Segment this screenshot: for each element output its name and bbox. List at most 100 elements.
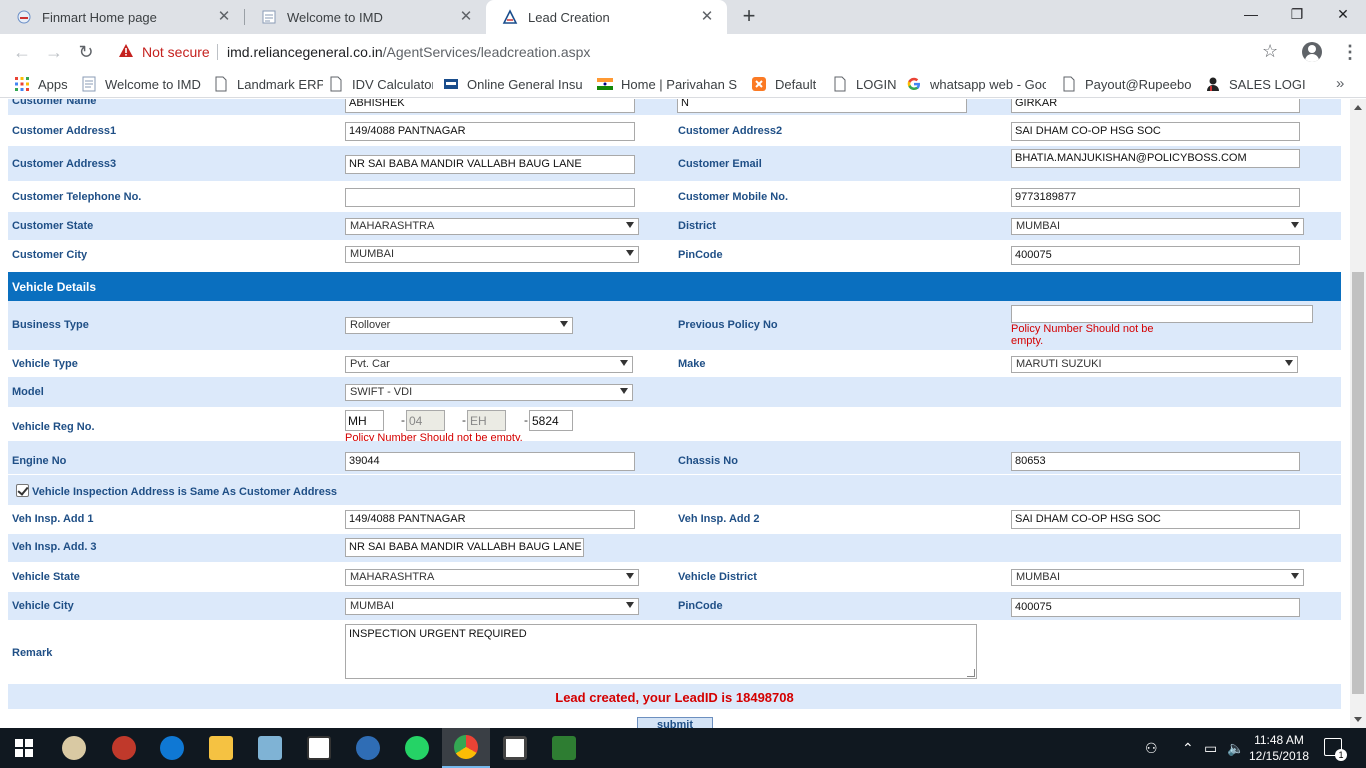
paint-palette-icon <box>62 736 86 760</box>
mobile-input[interactable]: 9773189877 <box>1011 188 1300 207</box>
make-select[interactable]: MARUTI SUZUKI <box>1011 356 1298 373</box>
taskbar-whatsapp[interactable] <box>393 728 441 768</box>
row-customer-name: Customer Name ABHISHEK N GIRKAR <box>8 99 1341 116</box>
reg-state-input[interactable]: MH <box>345 410 384 431</box>
start-button[interactable] <box>0 728 48 768</box>
minimize-button[interactable]: — <box>1228 0 1274 30</box>
taskbar-app-2[interactable] <box>100 728 148 768</box>
chassis-no-input[interactable]: 80653 <box>1011 452 1300 471</box>
bookmark-online-general[interactable]: Online General Insura <box>443 75 583 93</box>
address2-input[interactable]: SAI DHAM CO-OP HSG SOC <box>1011 122 1300 141</box>
security-status[interactable]: Not secure <box>142 44 210 60</box>
taskbar-edge[interactable] <box>148 728 196 768</box>
state-select[interactable]: MAHARASHTRA <box>345 218 639 235</box>
state-select-value: MAHARASHTRA <box>350 220 435 232</box>
bookmark-star-icon[interactable]: ☆ <box>1262 41 1278 62</box>
people-icon[interactable]: ⚇ <box>1145 740 1158 757</box>
pincode-input[interactable]: 400075 <box>1011 246 1300 265</box>
model-select[interactable]: SWIFT - VDI <box>345 384 633 401</box>
bookmark-login[interactable]: LOGIN <box>832 75 896 93</box>
warning-icon[interactable] <box>118 43 134 59</box>
taskbar-paint[interactable] <box>50 728 98 768</box>
folder-icon <box>209 736 233 760</box>
close-window-button[interactable]: ✕ <box>1320 0 1366 30</box>
label-vehicle-type: Vehicle Type <box>12 358 78 370</box>
scrollbar-thumb[interactable] <box>1352 272 1364 694</box>
same-address-checkbox[interactable] <box>16 484 29 497</box>
tab-close-icon[interactable]: ✕ <box>216 9 232 25</box>
vehicle-details-header: Vehicle Details <box>8 272 1341 301</box>
bookmark-label: Online General Insura <box>467 76 583 92</box>
reg-number-input[interactable]: 5824 <box>529 410 573 431</box>
insp-add1-input[interactable]: 149/4088 PANTNAGAR <box>345 510 635 529</box>
new-tab-button[interactable]: + <box>738 5 760 28</box>
vehicle-district-select[interactable]: MUMBAI <box>1011 569 1304 586</box>
customer-first-name-input[interactable]: ABHISHEK <box>345 99 635 113</box>
taskbar-app-7[interactable] <box>344 728 392 768</box>
bookmark-apps[interactable]: Apps <box>14 75 68 93</box>
system-clock[interactable]: 11:48 AM 12/15/2018 <box>1244 732 1314 764</box>
tab-close-icon[interactable]: ✕ <box>699 9 715 25</box>
action-center-icon[interactable]: 1 <box>1324 738 1347 761</box>
district-select[interactable]: MUMBAI <box>1011 218 1304 235</box>
bookmark-sales-login[interactable]: SALES LOGIN <box>1205 75 1305 93</box>
insp-add3-input[interactable]: NR SAI BABA MANDIR VALLABH BAUG LANE <box>345 538 584 557</box>
bookmark-payout-rupeeboss[interactable]: Payout@Rupeeboss <box>1061 75 1191 93</box>
row-address3-email: Customer Address3 NR SAI BABA MANDIR VAL… <box>8 146 1341 182</box>
tab-finmart[interactable]: Finmart Home page ✕ <box>0 0 244 34</box>
insp-add2-input[interactable]: SAI DHAM CO-OP HSG SOC <box>1011 510 1300 529</box>
network-icon[interactable]: ▭ <box>1204 740 1217 757</box>
customer-middle-name-input[interactable]: N <box>677 99 967 113</box>
telephone-input[interactable] <box>345 188 635 207</box>
dropdown-arrow-icon <box>626 602 634 608</box>
tab-welcome-imd[interactable]: Welcome to IMD ✕ <box>245 0 486 34</box>
bookmark-whatsapp-web[interactable]: whatsapp web - Goo <box>906 75 1046 93</box>
taskbar-file-explorer[interactable] <box>197 728 245 768</box>
page-scrollbar[interactable] <box>1350 99 1366 728</box>
scroll-down-arrow-icon[interactable] <box>1354 717 1362 722</box>
vehicle-pincode-input[interactable]: 400075 <box>1011 598 1300 617</box>
account-icon[interactable] <box>1302 42 1322 62</box>
taskbar-photos[interactable] <box>295 728 343 768</box>
tab-close-icon[interactable]: ✕ <box>458 9 474 25</box>
resize-grip-icon[interactable] <box>967 669 975 677</box>
address3-input[interactable]: NR SAI BABA MANDIR VALLABH BAUG LANE <box>345 155 635 174</box>
volume-icon[interactable]: 🔈 <box>1227 740 1244 757</box>
city-select[interactable]: MUMBAI <box>345 246 639 263</box>
document-icon <box>1063 76 1075 92</box>
bookmark-idv-calculator[interactable]: IDV Calculator <box>328 75 433 93</box>
whatsapp-icon <box>405 736 429 760</box>
vehicle-city-select[interactable]: MUMBAI <box>345 598 639 615</box>
bookmark-parivahan[interactable]: Home | Parivahan Sev <box>597 75 737 93</box>
tab-lead-creation[interactable]: Lead Creation ✕ <box>486 0 727 34</box>
show-hidden-icons-chevron-icon[interactable]: ⌃ <box>1182 740 1194 757</box>
scroll-up-arrow-icon[interactable] <box>1354 105 1362 110</box>
previous-policy-input[interactable] <box>1011 305 1313 323</box>
bookmark-landmark-erp[interactable]: Landmark ERP <box>213 75 323 93</box>
taskbar-chrome[interactable] <box>442 728 490 768</box>
address1-input[interactable]: 149/4088 PANTNAGAR <box>345 122 635 141</box>
back-button[interactable]: ← <box>12 42 32 62</box>
reload-button[interactable]: ↻ <box>76 42 96 62</box>
dropdown-arrow-icon <box>620 388 628 394</box>
bookmark-welcome-imd[interactable]: Welcome to IMD <box>81 75 201 93</box>
address-bar[interactable]: imd.reliancegeneral.co.in/AgentServices/… <box>227 44 590 60</box>
document-icon <box>215 76 227 92</box>
menu-icon[interactable]: ⋮ <box>1340 42 1360 62</box>
business-type-select[interactable]: Rollover <box>345 317 573 334</box>
clock-time: 11:48 AM <box>1254 733 1304 747</box>
customer-last-name-input[interactable]: GIRKAR <box>1011 99 1300 113</box>
engine-no-input[interactable]: 39044 <box>345 452 635 471</box>
forward-button[interactable]: → <box>44 42 64 62</box>
email-input[interactable]: BHATIA.MANJUKISHAN@POLICYBOSS.COM <box>1011 149 1300 168</box>
bookmarks-overflow-icon[interactable]: » <box>1336 75 1344 92</box>
taskbar-app-11[interactable] <box>540 728 588 768</box>
vehicle-type-select[interactable]: Pvt. Car <box>345 356 633 373</box>
submit-button[interactable]: submit <box>637 717 713 728</box>
taskbar-calculator[interactable] <box>491 728 539 768</box>
remark-textarea[interactable]: INSPECTION URGENT REQUIRED <box>345 624 977 679</box>
restore-button[interactable]: ❐ <box>1274 0 1320 30</box>
vehicle-state-select[interactable]: MAHARASHTRA <box>345 569 639 586</box>
bookmark-default[interactable]: Default <box>751 75 816 93</box>
taskbar-notes[interactable] <box>246 728 294 768</box>
